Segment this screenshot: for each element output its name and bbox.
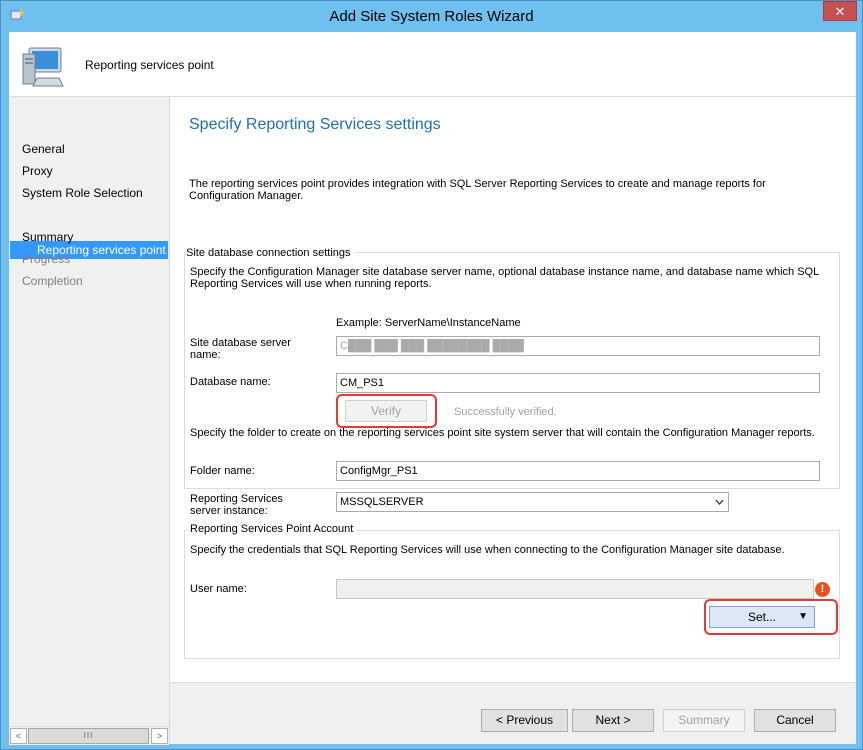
username-input[interactable]: [336, 579, 814, 599]
nav-item-progress: Progress: [22, 252, 71, 266]
folder-name-label: Folder name:: [190, 465, 255, 477]
wizard-header: Reporting services point: [9, 32, 856, 97]
cancel-button[interactable]: Cancel: [754, 709, 836, 732]
database-name-label: Database name:: [190, 376, 271, 388]
computer-icon: [22, 47, 64, 87]
scroll-right-button[interactable]: >: [151, 728, 168, 744]
server-name-example: Example: ServerName\InstanceName: [336, 317, 521, 329]
folder-name-input[interactable]: ConfigMgr_PS1: [336, 461, 820, 481]
window-title: Add Site System Roles Wizard: [329, 8, 534, 25]
verify-highlight: [336, 394, 437, 428]
account-description: Specify the credentials that SQL Reporti…: [190, 544, 785, 556]
error-icon: !: [815, 582, 830, 597]
db-connection-description: Specify the Configuration Manager site d…: [190, 266, 819, 290]
header-title: Reporting services point: [85, 58, 214, 72]
db-connection-group-title: Site database connection settings: [186, 247, 355, 259]
server-instance-label: Reporting Services server instance:: [190, 493, 283, 517]
title-bar: Add Site System Roles Wizard ✕: [1, 1, 862, 32]
wizard-nav: General Proxy System Role Selection Repo…: [9, 97, 170, 745]
nav-horizontal-scrollbar[interactable]: < III >: [9, 726, 169, 745]
wizard-window: Add Site System Roles Wizard ✕ Reporting…: [0, 0, 863, 750]
intro-text: The reporting services point provides in…: [189, 178, 766, 202]
nav-item-general[interactable]: General: [22, 139, 65, 159]
previous-button[interactable]: < Previous: [481, 709, 568, 732]
database-name-input[interactable]: CM_PS1: [336, 373, 820, 393]
scroll-left-button[interactable]: <: [10, 728, 27, 744]
close-button[interactable]: ✕: [823, 1, 857, 21]
scroll-thumb[interactable]: III: [28, 728, 149, 744]
server-instance-value: MSSQLSERVER: [340, 496, 424, 508]
username-label: User name:: [190, 583, 247, 595]
server-name-input[interactable]: C███ ███ ███ ████████ ████: [336, 336, 820, 356]
wizard-client-area: Reporting services point General Proxy S…: [9, 32, 856, 745]
next-button[interactable]: Next >: [572, 709, 654, 732]
nav-item-proxy[interactable]: Proxy: [22, 161, 53, 181]
wizard-content: Specify Reporting Services settings The …: [170, 97, 856, 682]
nav-item-completion: Completion: [22, 274, 83, 288]
server-instance-select[interactable]: MSSQLSERVER: [336, 492, 729, 512]
page-heading: Specify Reporting Services settings: [189, 116, 441, 133]
set-highlight: [704, 599, 838, 635]
account-group-title: Reporting Services Point Account: [190, 523, 358, 535]
server-name-label: Site database server name:: [190, 337, 291, 361]
nav-item-system-role-selection[interactable]: System Role Selection: [22, 183, 143, 203]
folder-description: Specify the folder to create on the repo…: [190, 427, 815, 439]
verify-status: Successfully verified.: [454, 406, 557, 418]
chevron-down-icon: [715, 499, 724, 505]
wizard-footer: < Previous Next > Summary Cancel: [170, 682, 856, 744]
summary-button: Summary: [663, 709, 745, 732]
nav-item-summary[interactable]: Summary: [22, 227, 73, 247]
